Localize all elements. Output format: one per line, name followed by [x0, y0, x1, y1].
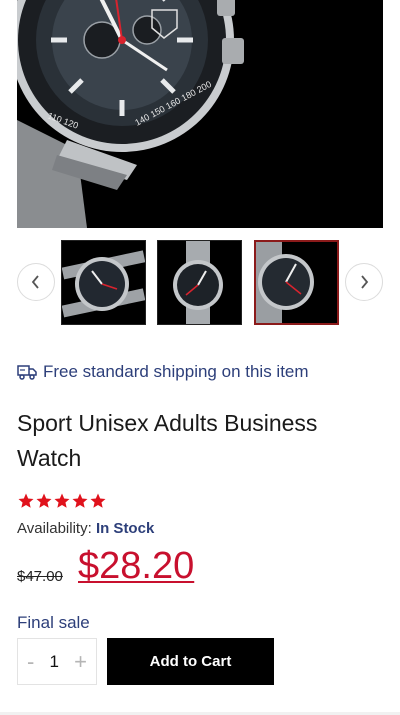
truck-icon — [17, 364, 37, 380]
thumbnail-3[interactable] — [254, 240, 339, 325]
carousel-next-button[interactable] — [345, 263, 383, 301]
star-icon — [90, 493, 106, 508]
product-main-image[interactable]: 140 150 160 180 200 110 120 — [17, 0, 383, 228]
watch-thumbnail-2 — [158, 241, 241, 324]
star-icon — [72, 493, 88, 508]
thumbnail-carousel — [0, 236, 400, 328]
shipping-text: Free standard shipping on this item — [43, 362, 309, 381]
star-icon — [18, 493, 34, 508]
carousel-prev-button[interactable] — [17, 263, 55, 301]
original-price: $47.00 — [17, 568, 63, 585]
watch-thumbnail-3 — [256, 242, 337, 323]
quantity-stepper: - 1 + — [17, 638, 97, 685]
chevron-left-icon — [31, 275, 39, 289]
watch-main-photo: 140 150 160 180 200 110 120 — [17, 0, 383, 228]
quantity-minus-button[interactable]: - — [27, 650, 34, 673]
add-to-cart-button[interactable]: Add to Cart — [107, 638, 274, 685]
thumbnail-2[interactable] — [157, 240, 242, 325]
product-title: Sport Unisex Adults Business Watch — [17, 410, 318, 471]
rating-stars — [17, 492, 107, 510]
final-sale-label: Final sale — [17, 613, 90, 632]
shipping-info: Free standard shipping on this item — [17, 362, 309, 382]
star-icon — [54, 493, 70, 508]
stock-status: In Stock — [95, 520, 155, 537]
availability: Availability: In Stock — [17, 520, 154, 537]
sale-price: $28.20 — [78, 545, 195, 587]
chevron-right-icon — [361, 275, 369, 289]
thumbnail-1[interactable] — [61, 240, 146, 325]
quantity-value[interactable]: 1 — [50, 652, 59, 672]
quantity-plus-button[interactable]: + — [74, 650, 87, 673]
availability-label: Availability: — [17, 520, 92, 537]
watch-thumbnail-1 — [62, 241, 145, 324]
star-icon — [36, 493, 52, 508]
